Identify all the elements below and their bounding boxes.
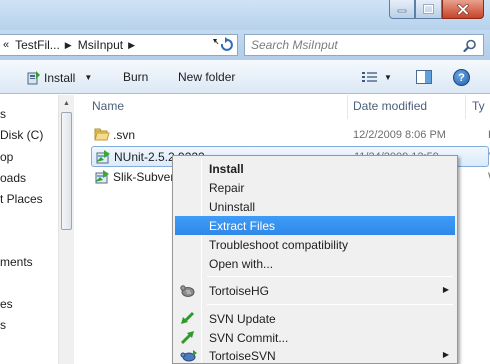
- menu-item-extract-files[interactable]: Extract Files: [175, 216, 455, 235]
- navigation-pane: s Disk (C) op oads t Places ments es s: [0, 95, 58, 364]
- navigation-scrollbar[interactable]: ▲: [58, 95, 74, 364]
- menu-item-label: Extract Files: [209, 219, 276, 233]
- file-row[interactable]: .svn 12/2/2009 8:06 PM Fil: [91, 125, 490, 146]
- install-label: Install: [44, 70, 76, 85]
- column-divider[interactable]: [465, 95, 466, 119]
- menu-item-label: TortoiseSVN: [209, 349, 276, 363]
- close-icon: [457, 3, 469, 15]
- menu-item-troubleshoot-compatibility[interactable]: Troubleshoot compatibility: [175, 235, 455, 254]
- refresh-icon: [213, 37, 233, 51]
- nav-item[interactable]: ments: [0, 255, 33, 269]
- tortoisesvn-icon: [180, 350, 197, 362]
- scroll-up-icon[interactable]: ▲: [59, 95, 74, 111]
- views-dropdown-icon[interactable]: ▼: [384, 73, 392, 82]
- menu-item-label: Uninstall: [209, 200, 256, 214]
- install-icon: [27, 71, 40, 85]
- scroll-thumb[interactable]: [61, 112, 72, 230]
- nav-item[interactable]: s: [0, 318, 6, 332]
- breadcrumb-arrow-icon[interactable]: ▶: [65, 40, 72, 51]
- menu-item-label: Troubleshoot compatibility: [209, 238, 348, 252]
- column-header-type[interactable]: Ty: [472, 99, 485, 113]
- menu-separator: [207, 304, 453, 305]
- tortoisehg-icon: [180, 285, 195, 297]
- change-view-button[interactable]: ▼: [362, 71, 392, 83]
- submenu-arrow-icon: ▶: [442, 350, 449, 359]
- views-icon: [362, 72, 377, 82]
- folder-icon: [94, 128, 110, 141]
- command-toolbar: Install ▼ Burn New folder ▼ ?: [0, 60, 490, 94]
- context-menu: Install Repair Uninstall Extract Files T…: [172, 155, 458, 364]
- help-icon: ?: [458, 71, 465, 84]
- preview-pane-icon: [416, 70, 432, 84]
- menu-separator: [207, 276, 453, 277]
- maximize-button[interactable]: [415, 0, 442, 19]
- menu-item-uninstall[interactable]: Uninstall: [175, 197, 455, 216]
- column-divider[interactable]: [347, 95, 348, 119]
- nav-item[interactable]: Disk (C): [0, 128, 43, 142]
- refresh-button[interactable]: [212, 35, 238, 55]
- submenu-arrow-icon: ▶: [442, 285, 449, 294]
- search-input[interactable]: [251, 38, 451, 52]
- svn-update-icon: [181, 311, 195, 324]
- svn-commit-icon: [180, 331, 194, 345]
- nav-item[interactable]: oads: [0, 171, 26, 185]
- breadcrumb-label: MsiInput: [77, 38, 124, 52]
- menu-item-tortoisesvn[interactable]: TortoiseSVN ▶: [175, 346, 455, 364]
- breadcrumb-item[interactable]: MsiInput ▶: [75, 38, 138, 52]
- address-row: « TestFil... ▶ MsiInput ▶: [0, 30, 490, 60]
- file-date: 12/2/2009 8:06 PM: [353, 129, 446, 141]
- new-folder-button[interactable]: New folder: [178, 70, 235, 84]
- menu-item-open-with[interactable]: Open with...: [175, 254, 455, 273]
- file-name: .svn: [113, 128, 136, 142]
- address-bar[interactable]: « TestFil... ▶ MsiInput ▶: [0, 34, 238, 56]
- preview-pane-button[interactable]: [416, 70, 432, 87]
- nav-item[interactable]: t Places: [0, 192, 43, 206]
- msi-package-icon: [96, 150, 110, 164]
- nav-item[interactable]: s: [0, 107, 6, 121]
- burn-button[interactable]: Burn: [123, 70, 148, 84]
- menu-item-label: Repair: [209, 181, 245, 195]
- overflow-chevron: «: [3, 39, 10, 51]
- minimize-icon: [397, 9, 407, 13]
- install-dropdown-icon[interactable]: ▼: [84, 73, 92, 82]
- help-button[interactable]: ?: [453, 69, 470, 86]
- breadcrumb-arrow-icon[interactable]: ▶: [128, 40, 135, 51]
- file-name: Slik-Subver: [113, 170, 175, 184]
- search-icon[interactable]: [463, 39, 477, 53]
- close-button[interactable]: [442, 0, 484, 19]
- install-button[interactable]: Install ▼: [27, 70, 92, 85]
- breadcrumb-overflow[interactable]: «: [0, 39, 12, 51]
- menu-item-install[interactable]: Install: [175, 159, 455, 178]
- msi-package-icon: [95, 170, 109, 184]
- menu-item-repair[interactable]: Repair: [175, 178, 455, 197]
- maximize-icon: [423, 4, 434, 14]
- menu-item-svn-update[interactable]: SVN Update: [175, 309, 455, 328]
- menu-item-tortoisehg[interactable]: TortoiseHG ▶: [175, 281, 455, 300]
- minimize-button[interactable]: [389, 0, 415, 19]
- nav-item[interactable]: es: [0, 297, 13, 311]
- menu-item-svn-commit[interactable]: SVN Commit...: [175, 328, 455, 347]
- window-controls: [389, 0, 484, 19]
- breadcrumb-item[interactable]: TestFil... ▶: [12, 38, 75, 52]
- menu-item-label: Install: [209, 162, 244, 176]
- nav-item[interactable]: op: [0, 150, 13, 164]
- search-box[interactable]: [244, 34, 484, 56]
- window-titlebar: [0, 0, 490, 30]
- menu-item-label: SVN Commit...: [209, 331, 289, 345]
- column-header-date[interactable]: Date modified: [353, 99, 427, 113]
- menu-item-label: TortoiseHG: [209, 284, 270, 298]
- menu-item-label: Open with...: [209, 257, 274, 271]
- column-header-name[interactable]: Name: [92, 99, 124, 113]
- breadcrumb-label: TestFil...: [15, 38, 60, 52]
- menu-item-label: SVN Update: [209, 312, 276, 326]
